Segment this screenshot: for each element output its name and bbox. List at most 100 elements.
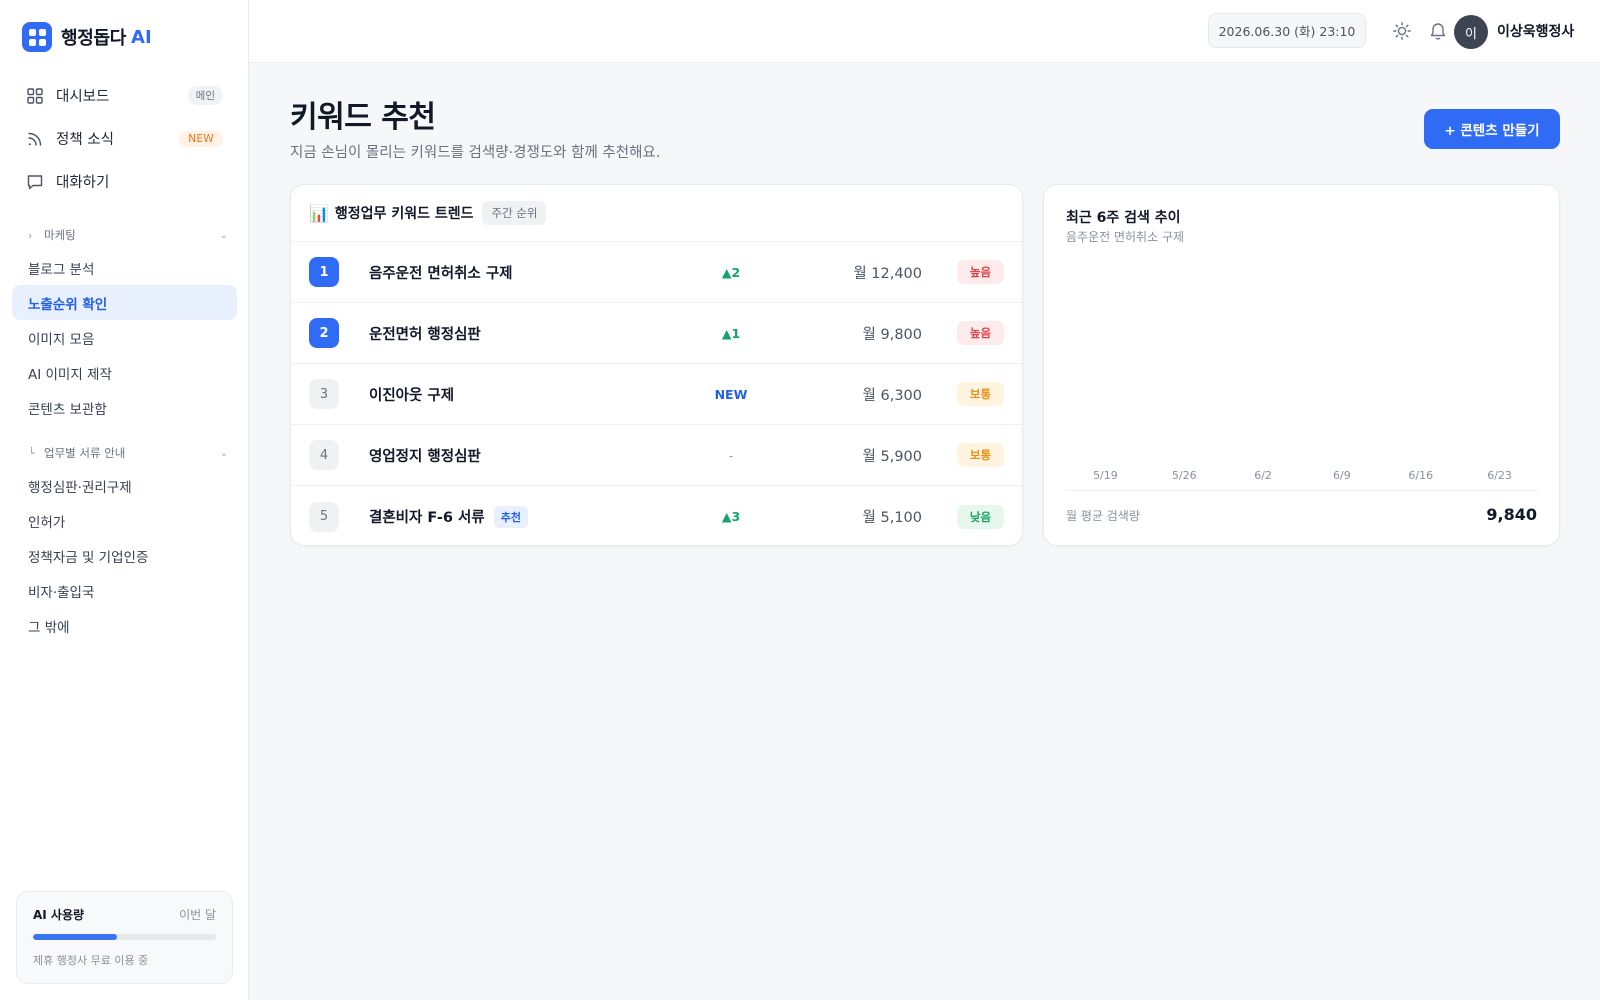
- brand[interactable]: 행정돕다 AI: [22, 22, 152, 52]
- weekly-rank-tag: 주간 순위: [482, 201, 547, 225]
- marketing-menu: 블로그 분석 노출순위 확인 이미지 모음 AI 이미지 제작 콘텐츠 보관함: [12, 250, 237, 425]
- section-title: 업무별 서류 안내: [44, 446, 126, 460]
- guides-section-header[interactable]: └ 업무별 서류 안내 ⌄: [28, 443, 228, 463]
- rank-badge: 3: [309, 379, 339, 409]
- average-volume-label: 월 평균 검색량: [1066, 509, 1140, 523]
- sidebar-item-rank-check[interactable]: 노출순위 확인: [12, 285, 237, 320]
- sidebar-item-ai-image[interactable]: AI 이미지 제작: [12, 355, 237, 390]
- keyword-cell: 영업정지 행정심판: [369, 445, 481, 466]
- search-volume: 월 5,900: [862, 448, 922, 465]
- corner-arrow-icon: └: [28, 446, 35, 460]
- keyword-text: 음주운전 면허취소 구제: [369, 265, 513, 282]
- page-title: 키워드 추천: [290, 100, 436, 135]
- bar-chart-icon: 📊: [309, 203, 329, 223]
- rank-change: ▲3: [721, 509, 741, 524]
- rss-icon: [28, 132, 42, 146]
- trend-card-header: 📊 행정업무 키워드 트렌드 주간 순위: [291, 185, 1022, 242]
- competition-badge: 높음: [957, 321, 1004, 345]
- search-trend-subtitle: 음주운전 면허취소 구제: [1066, 230, 1185, 244]
- competition-badge: 낮음: [957, 504, 1004, 529]
- week-label: 6/9: [1333, 469, 1351, 482]
- sidebar-item-other[interactable]: 그 밖에: [12, 608, 237, 643]
- recommended-tag: 추천: [493, 505, 528, 528]
- usage-progress-bar: [33, 934, 216, 940]
- competition-badge: 높음: [957, 260, 1004, 284]
- page-subtitle: 지금 손님이 몰리는 키워드를 검색량·경쟁도와 함께 추천해요.: [290, 145, 661, 161]
- ai-usage-card: AI 사용량 이번 달 제휴 행정사 무료 이용 중: [16, 891, 233, 984]
- brand-name: 행정돕다: [61, 28, 127, 49]
- guides-menu: 행정심판·권리구제 인허가 정책자금 및 기업인증 비자·출입국 그 밖에: [12, 468, 237, 643]
- chevron-down-icon: ⌄: [219, 447, 228, 459]
- grid-icon: [27, 87, 43, 104]
- keyword-text: 결혼비자 F-6 서류: [369, 510, 485, 526]
- trend-title: 행정업무 키워드 트렌드: [334, 206, 474, 222]
- sidebar-item-blog-analysis[interactable]: 블로그 분석: [12, 250, 237, 285]
- sidebar-item-image-collection[interactable]: 이미지 모음: [12, 320, 237, 355]
- keyword-text: 운전면허 행정심판: [369, 326, 481, 343]
- competition-badge: 보통: [957, 382, 1004, 406]
- sidebar-item-permits[interactable]: 인허가: [12, 503, 237, 538]
- search-trend-title: 최근 6주 검색 추이: [1066, 210, 1181, 226]
- sidebar-item-label: 대시보드: [56, 89, 110, 105]
- create-content-button[interactable]: + 콘텐츠 만들기: [1424, 109, 1560, 149]
- rank-change: ▲1: [721, 325, 741, 341]
- section-title: 마케팅: [44, 228, 76, 242]
- search-volume: 월 5,100: [862, 510, 922, 526]
- rank-change: -: [728, 447, 734, 463]
- notifications-button[interactable]: [1426, 19, 1450, 43]
- main-nav: 대시보드 메인 정책 소식 NEW 대화하기: [12, 74, 237, 203]
- week-axis-labels: 5/19 5/26 6/2 6/9 6/16 6/23: [1066, 469, 1539, 482]
- sidebar-item-appeal[interactable]: 행정심판·권리구제: [12, 468, 237, 503]
- sun-icon: [1393, 22, 1411, 40]
- search-volume: 월 6,300: [862, 387, 922, 404]
- week-label: 6/23: [1487, 469, 1512, 482]
- rank-badge: 2: [309, 318, 339, 348]
- usage-progress-fill: [33, 934, 118, 940]
- sidebar-item-chat[interactable]: 대화하기: [12, 160, 237, 203]
- sidebar-item-visa[interactable]: 비자·출입국: [12, 573, 237, 608]
- keyword-text: 이진아웃 구제: [369, 387, 455, 404]
- week-label: 6/2: [1254, 469, 1272, 482]
- sidebar-item-policy-news[interactable]: 정책 소식 NEW: [12, 117, 237, 160]
- week-label: 6/16: [1408, 469, 1434, 482]
- usage-title: AI 사용량: [33, 908, 85, 922]
- keyword-cell: 운전면허 행정심판: [369, 323, 481, 344]
- app-logo-icon: [22, 22, 52, 52]
- rank-badge: 4: [309, 440, 339, 470]
- keyword-row[interactable]: 1 음주운전 면허취소 구제 ▲2 월 12,400 높음: [291, 242, 1022, 303]
- datetime-display: 2026.06.30 (화) 23:10: [1208, 13, 1366, 48]
- marketing-section-header[interactable]: › 마케팅 ⌄: [28, 225, 228, 245]
- divider: [1066, 490, 1539, 491]
- usage-period: 이번 달: [179, 908, 216, 922]
- sidebar-item-content-archive[interactable]: 콘텐츠 보관함: [12, 390, 237, 425]
- bell-icon: [1430, 23, 1446, 40]
- brand-ai-label: AI: [131, 26, 152, 48]
- keyword-row[interactable]: 4 영업정지 행정심판 - 월 5,900 보통: [291, 425, 1022, 486]
- rank-change: NEW: [714, 386, 748, 402]
- rank-badge: 1: [309, 257, 339, 287]
- main-badge: 메인: [187, 86, 223, 105]
- sidebar: 행정돕다 AI 대시보드 메인 정책 소식 NEW 대화하기 › 마케팅 ⌄ 블…: [0, 0, 249, 1000]
- search-volume: 월 12,400: [853, 265, 922, 282]
- competition-badge: 보통: [957, 443, 1004, 467]
- average-volume-value: 9,840: [1486, 505, 1537, 524]
- keyword-row[interactable]: 2 운전면허 행정심판 ▲1 월 9,800 높음: [291, 303, 1022, 364]
- keyword-text: 영업정지 행정심판: [369, 448, 481, 465]
- keyword-list: 1 음주운전 면허취소 구제 ▲2 월 12,400 높음 2 운전면허 행정심판 ▲1 월 9…: [291, 242, 1022, 545]
- week-label: 5/19: [1093, 469, 1118, 482]
- theme-toggle-button[interactable]: [1390, 19, 1414, 43]
- keyword-cell: 음주운전 면허취소 구제: [369, 262, 513, 283]
- chevron-down-icon: ⌄: [219, 229, 228, 241]
- search-volume: 월 9,800: [862, 326, 922, 343]
- keyword-row[interactable]: 3 이진아웃 구제 NEW 월 6,300 보통: [291, 364, 1022, 425]
- sidebar-item-dashboard[interactable]: 대시보드 메인: [12, 74, 237, 117]
- user-name[interactable]: 이상욱행정사: [1497, 21, 1574, 41]
- top-bar: 2026.06.30 (화) 23:10 이 이상욱행정사: [249, 0, 1600, 63]
- sidebar-item-policy-funds[interactable]: 정책자금 및 기업인증: [12, 538, 237, 573]
- keyword-row[interactable]: 5 결혼비자 F-6 서류 추천 ▲3 월 5,100 낮음: [291, 486, 1022, 545]
- rank-badge: 5: [309, 501, 339, 532]
- rank-change: ▲2: [721, 264, 741, 280]
- search-trend-card: 최근 6주 검색 추이 음주운전 면허취소 구제 5/19 5/26 6/2 6/9 6…: [1043, 184, 1560, 546]
- chevron-right-icon: ›: [28, 228, 33, 242]
- avatar[interactable]: 이: [1454, 15, 1488, 49]
